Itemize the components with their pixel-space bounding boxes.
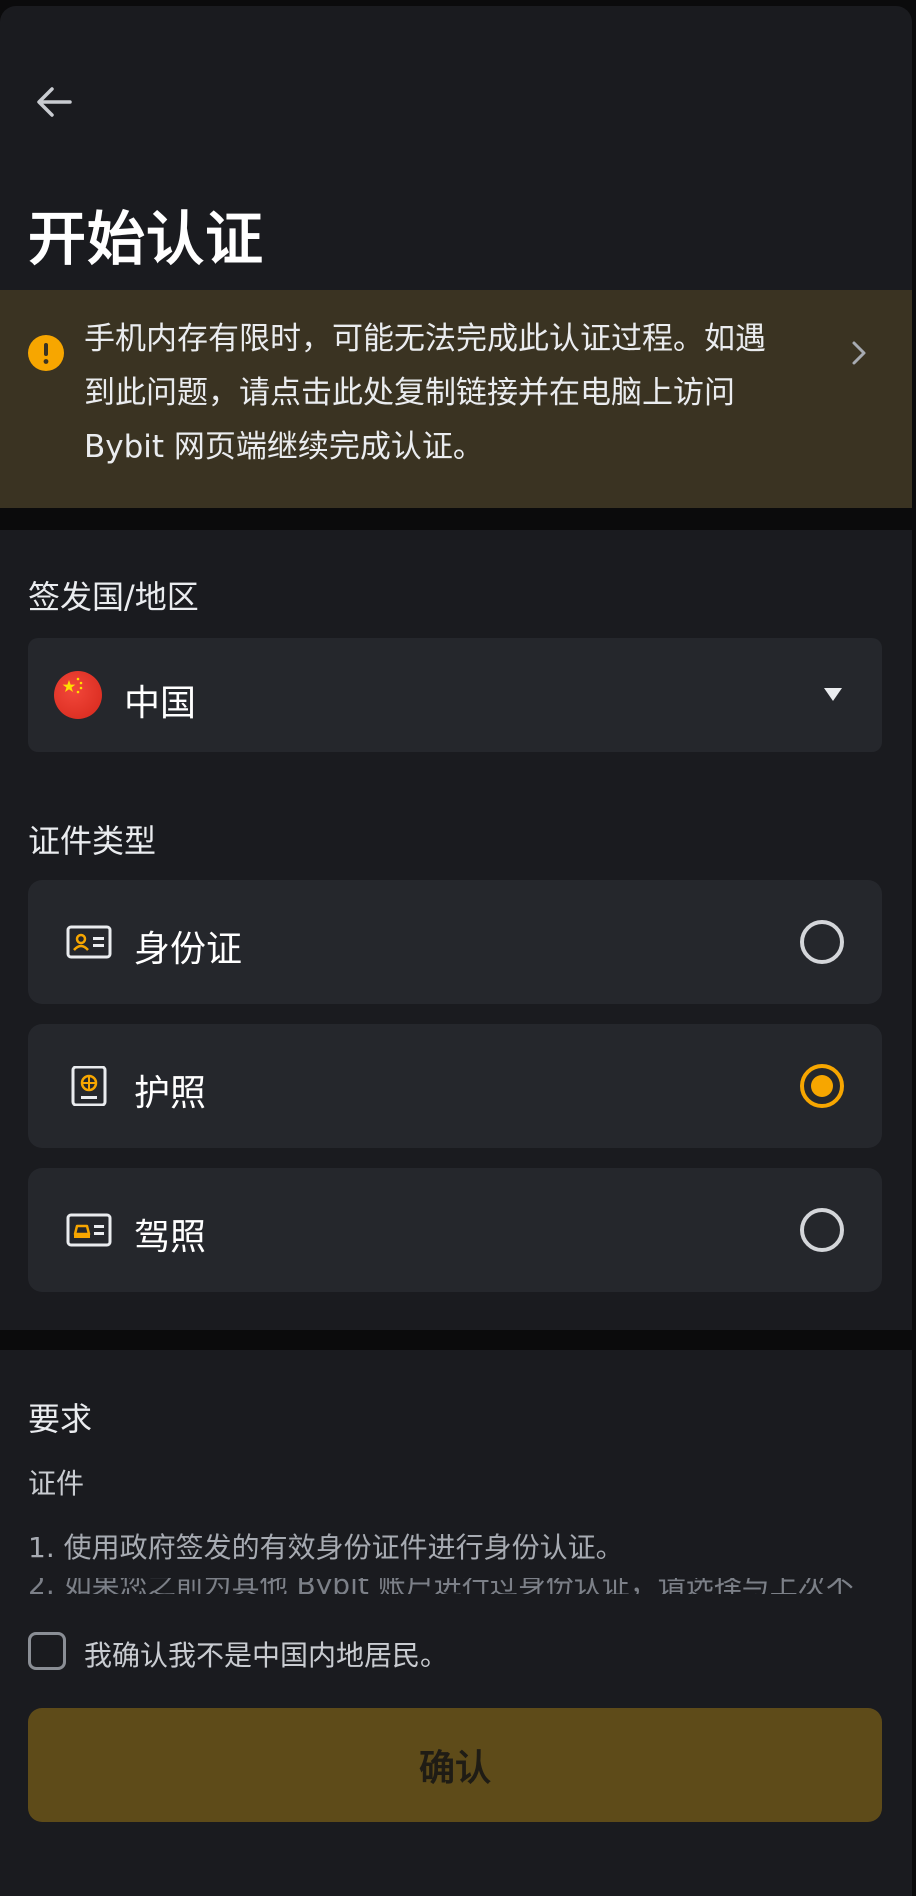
warning-icon — [28, 335, 64, 371]
memory-notice-banner[interactable]: 手机内存有限时，可能无法完成此认证过程。如遇 到此问题，请点击此处复制链接并在电… — [0, 290, 912, 508]
china-flag-icon — [54, 671, 102, 719]
requirement-item-1: 1. 使用政府签发的有效身份证件进行身份认证。 — [28, 1531, 624, 1564]
chevron-right-icon — [852, 341, 866, 365]
passport-icon — [71, 1066, 107, 1106]
arrow-left-icon — [37, 87, 72, 117]
section-divider — [0, 1330, 912, 1350]
confirm-button-label: 确认 — [418, 1748, 491, 1789]
requirement-item-2-clipped: 2. 如果您之前为其他 Bybit 账户进行过身份认证，请选择与上次不 — [28, 1578, 882, 1594]
page-title: 开始认证 — [28, 205, 265, 273]
option-label: 身份证 — [134, 929, 243, 970]
option-driver-license[interactable]: 驾照 — [28, 1168, 882, 1292]
notice-text: 手机内存有限时，可能无法完成此认证过程。如遇 到此问题，请点击此处复制链接并在电… — [84, 312, 824, 474]
back-button[interactable] — [30, 78, 78, 126]
radio-button-selected[interactable] — [800, 1064, 844, 1108]
driver-license-icon — [66, 1213, 112, 1247]
country-label: 签发国/地区 — [28, 578, 199, 616]
option-passport[interactable]: 护照 — [28, 1024, 882, 1148]
country-select[interactable]: 中国 — [28, 638, 882, 752]
resident-confirm-text: 我确认我不是中国内地居民。 — [84, 1639, 449, 1672]
option-label: 护照 — [134, 1073, 207, 1114]
document-type-label: 证件类型 — [28, 822, 157, 860]
verification-screen: 开始认证 手机内存有限时，可能无法完成此认证过程。如遇 到此问题，请点击此处复制… — [0, 6, 912, 1896]
notice-line-1: 手机内存有限时，可能无法完成此认证过程。如遇 — [84, 321, 766, 357]
notice-line-3: Bybit 网页端继续完成认证。 — [84, 429, 484, 465]
resident-confirm-checkbox[interactable] — [28, 1632, 66, 1670]
confirm-button[interactable]: 确认 — [28, 1708, 882, 1822]
requirements-title: 要求 — [28, 1400, 93, 1438]
radio-button[interactable] — [800, 1208, 844, 1252]
requirement-item-2: 2. 如果您之前为其他 Bybit 账户进行过身份认证，请选择与上次不 — [28, 1578, 854, 1594]
notice-line-2: 到此问题，请点击此处复制链接并在电脑上访问 — [84, 375, 735, 411]
radio-button[interactable] — [800, 920, 844, 964]
option-id-card[interactable]: 身份证 — [28, 880, 882, 1004]
country-value: 中国 — [124, 683, 197, 724]
option-label: 驾照 — [134, 1217, 207, 1258]
caret-down-icon — [824, 688, 842, 701]
requirements-subtitle: 证件 — [28, 1467, 85, 1500]
section-divider — [0, 508, 912, 530]
id-card-icon — [66, 925, 112, 959]
